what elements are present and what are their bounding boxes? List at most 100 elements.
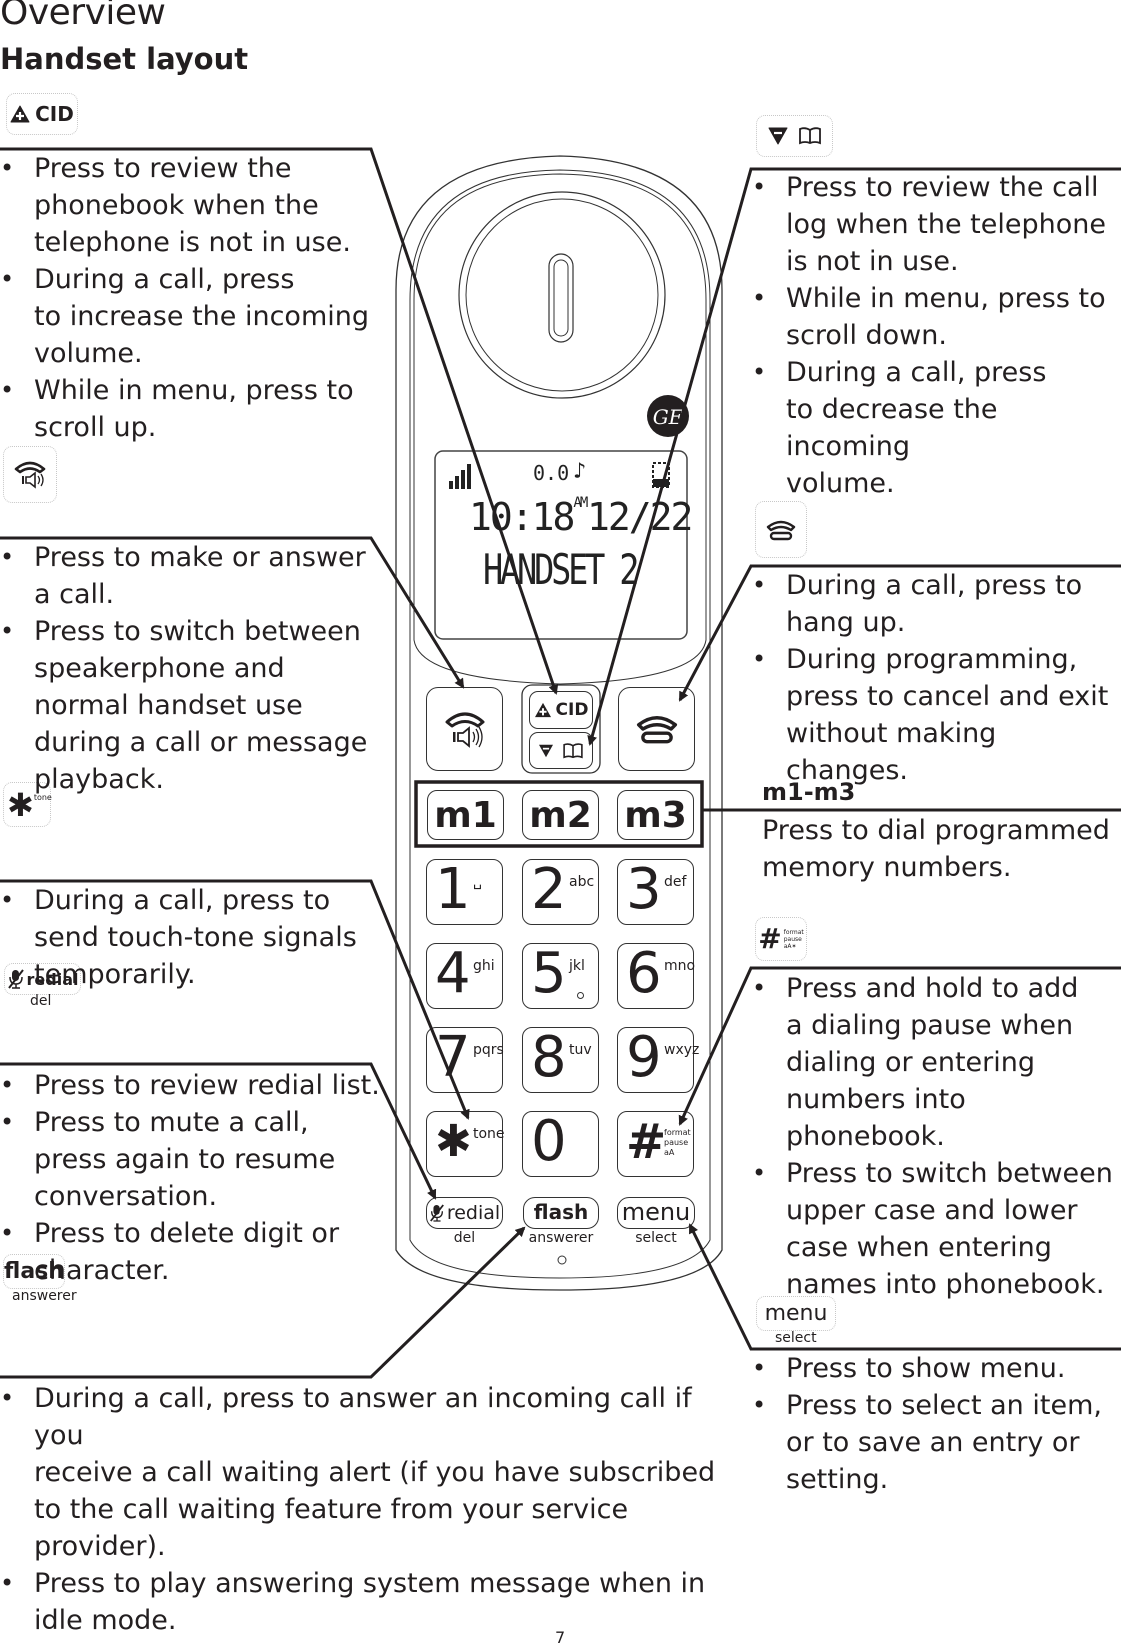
volume-up-triangle-icon [10, 105, 30, 123]
bullet: During a call, pressto decrease the inco… [752, 354, 1121, 502]
key-digit: 3 [626, 857, 662, 922]
memory-key-m3[interactable]: m3 [617, 790, 694, 840]
bullet: Press to review the calllog when the tel… [752, 169, 1121, 280]
key-digit: 6 [626, 941, 662, 1006]
lcd-time: 10:18AM [469, 495, 588, 539]
lcd-display: 0.0 ♪ 10:18AM 12/22 HANDSET 2 [437, 453, 693, 637]
bullet: Press to play answering system message w… [0, 1565, 740, 1639]
signal-strength-icon [449, 464, 471, 489]
menu-description: Press to show menu. Press to select an i… [752, 1350, 1121, 1498]
keypad-key[interactable]: 7 pqrs [426, 1025, 504, 1093]
talk-speaker-description: Press to make or answera call. Press to … [0, 539, 370, 798]
bullet: During a call, press tohang up. [752, 567, 1121, 641]
ringer-off-icon: ♪ [573, 459, 587, 484]
key-digit: 8 [531, 1025, 567, 1090]
phonebook-icon [798, 127, 821, 145]
memory-description: Press to dial programmed memory numbers. [762, 815, 1110, 883]
key-letters: mno [664, 958, 696, 974]
keypad-key[interactable]: 1 ␣ [426, 857, 503, 925]
redial-key[interactable]: redial [426, 1197, 503, 1229]
flash-key[interactable]: flash [523, 1197, 599, 1229]
down-phonebook-key[interactable] [529, 732, 593, 769]
pound-description: Press and hold to adda dialing pause whe… [752, 970, 1121, 1303]
bullet: Press to delete digit orcharacter. [0, 1215, 380, 1289]
keypad-key[interactable]: 9 wxyz [617, 1025, 699, 1093]
key-letters: wxyz [664, 1042, 700, 1058]
key-digit: ✱ [435, 1116, 472, 1167]
bullet: Press to select an item,or to save an en… [752, 1387, 1121, 1498]
mute-microphone-icon [429, 1204, 444, 1222]
key-letters: ghi [473, 958, 495, 974]
talk-speaker-icon [14, 461, 46, 489]
page-title: Overview [0, 0, 166, 33]
bullet: While in menu, press toscroll up. [0, 372, 370, 446]
del-sublabel: del [453, 1230, 476, 1246]
menu-key[interactable]: menu [617, 1197, 695, 1229]
keypad-key[interactable]: 0 [522, 1109, 599, 1177]
cid-label: CID [555, 700, 589, 720]
memory-key-m1[interactable]: m1 [427, 790, 504, 840]
cid-up-description: Press to review thephonebook when thetel… [0, 150, 370, 446]
key-letters: tuv [569, 1042, 592, 1058]
hang-up-key-legend [755, 501, 807, 558]
redial-description: Press to review redial list. Press to mu… [0, 1067, 380, 1289]
key-digit: # [626, 1114, 667, 1170]
talk-speaker-icon [445, 712, 485, 748]
answerer-sublabel: answerer [528, 1230, 594, 1246]
hang-up-key[interactable] [618, 687, 695, 771]
memory-key-m2[interactable]: m2 [522, 790, 599, 840]
del-label: del [30, 993, 52, 1009]
keypad-key[interactable]: 2 abc [522, 857, 599, 925]
key-digit: 4 [435, 941, 471, 1006]
bullet: Press to review redial list. [0, 1067, 380, 1104]
keypad-key[interactable]: 3 def [617, 857, 694, 925]
key-digit: 7 [435, 1025, 471, 1090]
keypad-key[interactable]: 5 jkl [522, 941, 599, 1009]
menu-label: menu [764, 1301, 828, 1326]
keypad-key[interactable]: ✱ tone [426, 1111, 505, 1177]
ge-logo: GE [647, 395, 689, 437]
keypad-key[interactable]: # format pause aA [617, 1111, 694, 1177]
talk-speaker-key[interactable] [426, 687, 503, 771]
hang-up-description: During a call, press tohang up. During p… [752, 567, 1121, 789]
key-letters: jkl [569, 958, 585, 974]
keypad-key[interactable]: 4 ghi [426, 941, 503, 1009]
down-phonebook-key-legend [756, 115, 833, 157]
pound-icon: # [758, 922, 782, 955]
cid-up-key[interactable]: CID [529, 691, 593, 729]
svg-text:GE: GE [653, 405, 684, 429]
key-digit: 2 [531, 857, 567, 922]
volume-up-triangle-icon [534, 702, 551, 718]
key-letters: abc [569, 874, 595, 890]
talk-speaker-key-legend [3, 446, 57, 503]
keypad-key[interactable]: 6 mno [617, 941, 696, 1009]
bullet: During a call, press to answer an incomi… [0, 1380, 740, 1565]
phonebook-icon [563, 742, 583, 758]
key-digit: 5 [531, 941, 567, 1006]
bullet: Press to make or answera call. [0, 539, 370, 613]
battery-icon [652, 462, 670, 488]
down-phonebook-description: Press to review the calllog when the tel… [752, 169, 1121, 502]
key-letters: format pause aA [664, 1128, 691, 1157]
flash-description: During a call, press to answer an incomi… [0, 1380, 740, 1639]
pound-sub-labels: format pause aA✶ [783, 928, 804, 950]
key-letters: pqrs [473, 1042, 504, 1058]
tactile-dot [577, 992, 584, 999]
hang-up-icon [636, 716, 678, 744]
lcd-handset-name: HANDSET 2 [483, 545, 639, 594]
bullet: While in menu, press toscroll down. [752, 280, 1121, 354]
select-label: select [775, 1330, 817, 1346]
bullet: During programming,press to cancel and e… [752, 641, 1121, 789]
volume-down-triangle-icon [768, 127, 787, 145]
bullet: Press to show menu. [752, 1350, 1121, 1387]
cid-up-key-legend: CID [6, 93, 78, 135]
bullet: Press to review thephonebook when thetel… [0, 150, 370, 261]
volume-down-triangle-icon [539, 744, 553, 757]
pound-key-legend: # format pause aA✶ [755, 917, 807, 961]
memory-heading: m1-m3 [762, 778, 856, 806]
keypad-key[interactable]: 8 tuv [522, 1025, 599, 1093]
hang-up-icon [766, 520, 796, 540]
lcd-date: 12/22 [587, 495, 693, 539]
bullet: Press to mute a call,press again to resu… [0, 1104, 380, 1215]
answerer-label: answerer [12, 1288, 77, 1304]
